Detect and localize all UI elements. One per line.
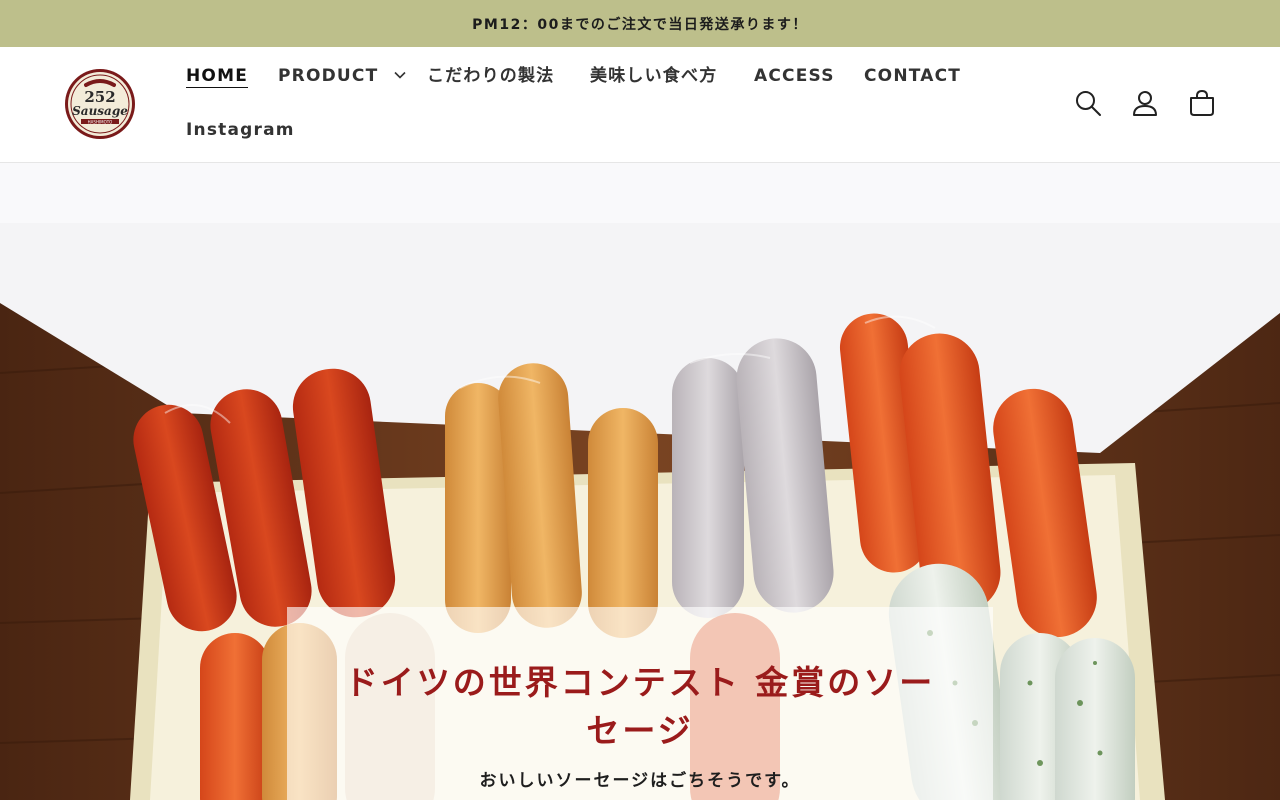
nav-access-label: ACCESS xyxy=(754,66,835,86)
hero-banner: ドイツの世界コンテスト 金賞のソーセージ おいしいソーセージはごちそうです。 xyxy=(0,163,1280,800)
hero-title: ドイツの世界コンテスト 金賞のソーセージ xyxy=(344,663,936,750)
announcement-text: PM12：00までのご注文で当日発送承ります！ xyxy=(472,16,808,33)
svg-text:HASHIMOTO: HASHIMOTO xyxy=(88,119,113,124)
search-icon xyxy=(1076,91,1101,116)
nav-kodawari-label: こだわりの製法 xyxy=(427,66,555,86)
nav-contact-label: CONTACT xyxy=(864,66,962,86)
svg-text:Sausage: Sausage xyxy=(72,104,128,118)
logo-badge: 252 Sausage HASHIMOTO xyxy=(65,69,135,139)
nav-contact[interactable]: CONTACT xyxy=(864,65,961,87)
nav-product-label: PRODUCT xyxy=(278,66,379,86)
cart-button[interactable] xyxy=(1185,86,1219,120)
announcement-bar: PM12：00までのご注文で当日発送承ります！ xyxy=(0,0,1280,47)
account-button[interactable] xyxy=(1128,86,1162,120)
site-logo[interactable]: 252 Sausage HASHIMOTO xyxy=(64,68,136,140)
nav-product[interactable]: PRODUCT xyxy=(278,65,406,87)
search-button[interactable] xyxy=(1071,86,1105,120)
nav-kodawari[interactable]: こだわりの製法 xyxy=(427,65,554,87)
nav-instagram[interactable]: Instagram xyxy=(186,119,295,141)
nav-home-label: HOME xyxy=(186,66,249,88)
nav-home[interactable]: HOME xyxy=(186,65,249,88)
nav-access[interactable]: ACCESS xyxy=(754,65,835,87)
cart-icon xyxy=(1190,89,1214,116)
nav-instagram-label: Instagram xyxy=(186,120,295,140)
chevron-down-icon xyxy=(393,71,406,79)
main-nav: HOME PRODUCT こだわりの製法 美味しい食べ方 ACCESS CONT… xyxy=(186,47,1006,163)
site-header: 252 Sausage HASHIMOTO HOME PRODUCT こだわりの… xyxy=(0,47,1280,163)
account-icon xyxy=(1133,91,1157,116)
hero-subtitle: おいしいソーセージはごちそうです。 xyxy=(479,771,801,791)
nav-howtoeat[interactable]: 美味しい食べ方 xyxy=(590,65,717,87)
nav-howtoeat-label: 美味しい食べ方 xyxy=(590,66,718,86)
hero-text-panel: ドイツの世界コンテスト 金賞のソーセージ おいしいソーセージはごちそうです。 xyxy=(287,607,993,800)
